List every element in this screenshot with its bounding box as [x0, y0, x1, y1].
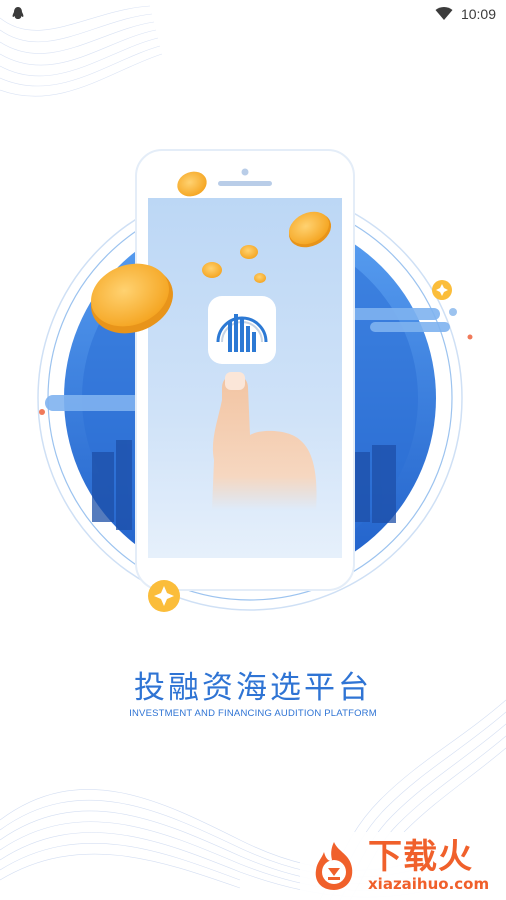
app-logo-icon [208, 296, 276, 364]
wifi-icon [435, 7, 453, 20]
status-time: 10:09 [460, 6, 496, 22]
splash-illustration [37, 149, 473, 612]
watermark: 下载火 xiazaihuo.com [300, 832, 506, 900]
qq-penguin-icon [12, 7, 24, 19]
page-title: 投融资海选平台 [134, 670, 372, 706]
status-bar: 10:09 [0, 0, 506, 28]
page-subtitle: INVESTMENT AND FINANCING AUDITION PLATFO… [129, 708, 377, 719]
watermark-url: xiazaihuo.com [368, 875, 490, 893]
flame-logo-icon [315, 842, 353, 890]
watermark-name: 下载火 [368, 837, 473, 877]
